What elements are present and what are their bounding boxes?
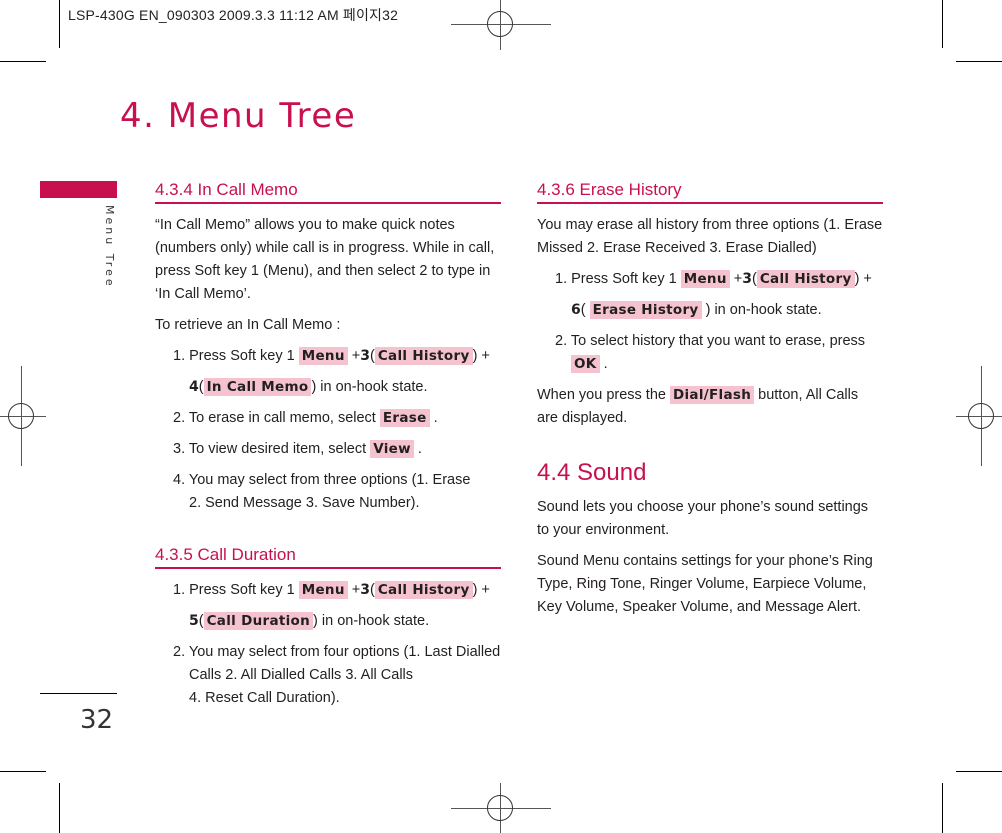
step-1: 1. Press Soft key 1 Menu +3(Call History… <box>173 347 490 396</box>
crop-mark <box>956 61 1002 62</box>
menu-call-history: Call History <box>374 347 473 365</box>
step-2: 2. You may select from four options (1. … <box>173 644 501 706</box>
crop-mark <box>59 783 60 833</box>
left-column: 4.3.4 In Call Memo “In Call Memo” allows… <box>155 180 501 718</box>
menu-erase-history: Erase History <box>589 301 702 319</box>
print-slug: LSP-430G EN_090303 2009.3.3 11:12 AM 페이지… <box>68 7 399 23</box>
section-heading: 4.3.5 Call Duration <box>155 545 501 569</box>
right-column: 4.3.6 Erase History You may erase all hi… <box>537 180 883 627</box>
section-heading: 4.3.6 Erase History <box>537 180 883 204</box>
section-in-call-memo: 4.3.4 In Call Memo “In Call Memo” allows… <box>155 180 501 515</box>
chapter-title: 4. Menu Tree <box>120 96 357 136</box>
menu-call-duration: Call Duration <box>203 612 314 630</box>
page-number-rule <box>40 693 117 694</box>
step-1: 1. Press Soft key 1 Menu +3(Call History… <box>173 581 490 630</box>
step-2: 2. To erase in call memo, select Erase . <box>173 409 438 427</box>
paragraph: “In Call Memo” allows you to make quick … <box>155 217 495 302</box>
section-heading: 4.4 Sound <box>537 459 647 486</box>
step-1: 1. Press Soft key 1 Menu +3(Call History… <box>555 270 872 319</box>
crop-mark <box>956 771 1002 772</box>
step-4: 4. You may select from three options (1.… <box>173 472 471 511</box>
menu-call-history: Call History <box>756 270 855 288</box>
section-sound: 4.4 Sound Sound lets you choose your pho… <box>537 458 883 619</box>
step-2: 2. To select history that you want to er… <box>555 333 866 373</box>
paragraph: To retrieve an In Call Memo : <box>155 317 341 333</box>
menu-in-call-memo: In Call Memo <box>203 378 312 396</box>
section-heading: 4.3.4 In Call Memo <box>155 180 501 204</box>
section-erase-history: 4.3.6 Erase History You may erase all hi… <box>537 180 883 430</box>
softkey-menu: Menu <box>298 347 348 365</box>
crop-mark <box>0 771 46 772</box>
softkey-menu: Menu <box>680 270 730 288</box>
paragraph: You may erase all history from three opt… <box>537 217 883 256</box>
softkey-erase: Erase <box>379 409 430 427</box>
crop-mark <box>0 61 46 62</box>
crop-mark <box>942 0 943 48</box>
paragraph: Sound Menu contains settings for your ph… <box>537 553 873 615</box>
side-tab-bar <box>40 181 117 198</box>
softkey-ok: OK <box>571 355 600 373</box>
paragraph: Sound lets you choose your phone’s sound… <box>537 499 869 538</box>
softkey-menu: Menu <box>298 581 348 599</box>
page-number: 32 <box>80 705 114 735</box>
crop-mark <box>59 0 60 48</box>
step-3: 3. To view desired item, select View . <box>173 440 422 458</box>
key-dial-flash: Dial/Flash <box>670 386 755 404</box>
side-running-label: Menu Tree <box>103 205 116 289</box>
section-call-duration: 4.3.5 Call Duration 1. Press Soft key 1 … <box>155 545 501 710</box>
crop-mark <box>942 783 943 833</box>
paragraph: When you press the Dial/Flash button, Al… <box>537 386 859 426</box>
menu-call-history: Call History <box>374 581 473 599</box>
softkey-view: View <box>370 440 414 458</box>
